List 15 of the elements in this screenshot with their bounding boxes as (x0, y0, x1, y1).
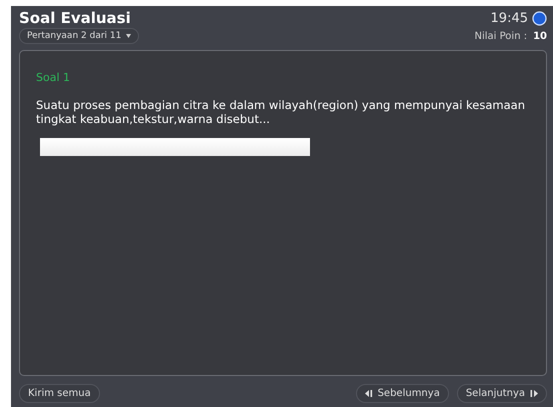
next-button[interactable]: Selanjutnya (456, 384, 547, 403)
score-value: 10 (533, 30, 547, 42)
caret-icon (126, 34, 132, 38)
score-label: Nilai Poin : (474, 30, 528, 42)
next-icon (530, 390, 538, 397)
clock-time: 19:45 (490, 10, 528, 26)
answer-field[interactable] (40, 138, 310, 156)
submit-button[interactable]: Kirim semua (19, 384, 100, 403)
question-text: Suatu proses pembagian citra ke dalam wilayah(region) yang mempunyai kesamaan tingkat keabuan,tekstur,warna disebut... (36, 98, 526, 126)
previous-button[interactable]: Sebelumnya (356, 384, 449, 403)
question-heading: Soal 1 (36, 71, 72, 84)
window-title: Soal Evaluasi (19, 9, 131, 27)
previous-icon (364, 390, 373, 397)
question-selector[interactable]: Pertanyaan 2 dari 11 (19, 28, 140, 44)
status-icon (532, 10, 547, 26)
